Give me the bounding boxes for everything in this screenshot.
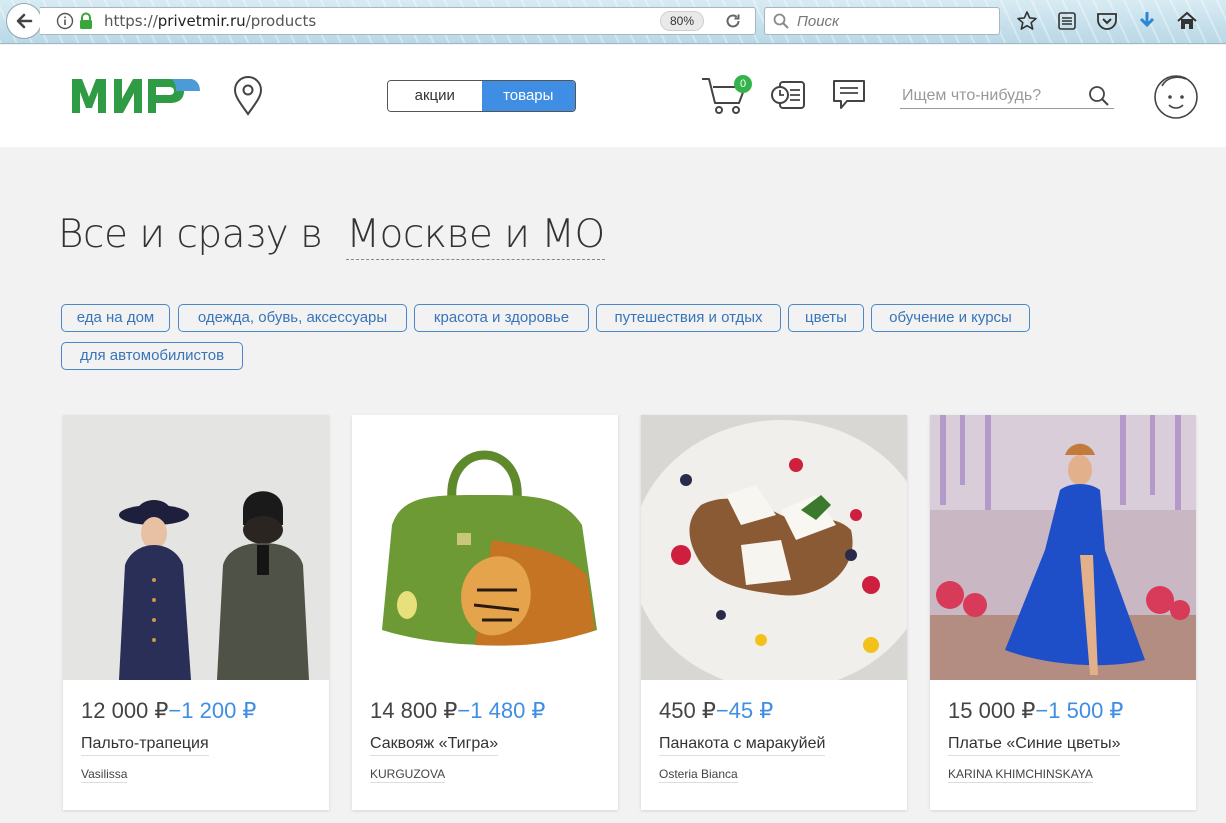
reload-button[interactable] xyxy=(720,9,746,33)
product-discount: −1 500 ₽ xyxy=(1035,698,1124,723)
product-title[interactable]: Пальто-трапеция xyxy=(81,735,209,756)
product-image[interactable] xyxy=(352,415,618,680)
product-price: 15 000 ₽−1 500 ₽ xyxy=(948,698,1124,723)
tab-products[interactable]: товары xyxy=(481,81,575,111)
product-card[interactable]: 14 800 ₽−1 480 ₽ Саквояж «Тигра» KURGUZO… xyxy=(352,415,618,810)
browser-search-field[interactable]: Поиск xyxy=(764,7,1000,35)
product-card[interactable]: 12 000 ₽−1 200 ₽ Пальто-трапеция Vasilis… xyxy=(63,415,329,810)
info-icon[interactable] xyxy=(56,12,74,30)
product-discount: −1 200 ₽ xyxy=(168,698,257,723)
page-title: Все и сразу в Москве и МО xyxy=(58,212,605,260)
category-chip[interactable]: еда на дом xyxy=(61,304,170,332)
category-chip[interactable]: красота и здоровье xyxy=(414,304,589,332)
category-chip[interactable]: одежда, обувь, аксессуары xyxy=(178,304,407,332)
location-button[interactable] xyxy=(232,76,264,121)
pocket-button[interactable] xyxy=(1094,8,1120,34)
shop-name[interactable]: KARINA KHIMCHINSKAYA xyxy=(948,767,1093,783)
product-image[interactable] xyxy=(641,415,907,680)
browser-toolbar: https://privetmir.ru/products 80% Поиск xyxy=(0,0,1226,44)
category-chip[interactable]: для автомобилистов xyxy=(61,342,243,370)
reload-icon xyxy=(726,14,740,28)
shop-name[interactable]: Vasilissa xyxy=(81,767,128,783)
cart-count-badge: 0 xyxy=(734,75,752,93)
user-avatar[interactable] xyxy=(1152,72,1200,120)
address-bar[interactable]: https://privetmir.ru/products xyxy=(40,7,756,35)
download-icon xyxy=(1139,12,1155,28)
product-card[interactable]: 450 ₽−45 ₽ Панакота с маракуйей Osteria … xyxy=(641,415,907,810)
list-icon xyxy=(1058,12,1076,30)
tab-promotions[interactable]: акции xyxy=(388,81,482,111)
category-chip[interactable]: путешествия и отдых xyxy=(596,304,781,332)
history-button[interactable] xyxy=(770,79,806,116)
url-text: https://privetmir.ru/products xyxy=(104,12,317,30)
product-discount: −1 480 ₽ xyxy=(457,698,546,723)
shop-name[interactable]: KURGUZOVA xyxy=(370,767,446,783)
lock-icon[interactable] xyxy=(78,12,94,30)
arrow-left-icon xyxy=(16,13,33,29)
product-title[interactable]: Саквояж «Тигра» xyxy=(370,735,499,756)
back-button[interactable] xyxy=(6,3,42,39)
zoom-level[interactable]: 80% xyxy=(660,11,704,31)
history-icon xyxy=(771,81,805,109)
bookmark-star-button[interactable] xyxy=(1014,8,1040,34)
shop-name[interactable]: Osteria Bianca xyxy=(659,767,738,783)
product-price: 450 ₽−45 ₽ xyxy=(659,698,774,723)
product-title[interactable]: Платье «Синие цветы» xyxy=(948,735,1121,756)
category-chip[interactable]: обучение и курсы xyxy=(871,304,1030,332)
site-search-field[interactable]: Ищем что-нибудь? xyxy=(900,85,1114,109)
page-title-prefix: Все и сразу в xyxy=(58,212,323,257)
product-image[interactable] xyxy=(63,415,329,680)
product-title[interactable]: Панакота с маракуйей xyxy=(659,735,826,756)
site-search-placeholder: Ищем что-нибудь? xyxy=(902,87,1042,104)
search-icon[interactable] xyxy=(1088,85,1110,107)
product-price: 14 800 ₽−1 480 ₽ xyxy=(370,698,546,723)
smiley-face-icon xyxy=(1154,75,1198,119)
product-price: 12 000 ₽−1 200 ₽ xyxy=(81,698,257,723)
reading-list-button[interactable] xyxy=(1054,8,1080,34)
star-icon xyxy=(1017,11,1037,30)
pocket-icon xyxy=(1097,13,1117,30)
search-icon xyxy=(773,13,789,29)
product-discount: −45 ₽ xyxy=(715,698,774,723)
mode-toggle: акции товары xyxy=(387,80,576,112)
map-pin-icon xyxy=(233,76,263,116)
mir-logo[interactable] xyxy=(70,75,202,120)
messages-button[interactable] xyxy=(832,78,866,117)
downloads-button[interactable] xyxy=(1134,8,1160,34)
product-image[interactable] xyxy=(930,415,1196,680)
site-header: акции товары 0 Ищем что-нибудь? xyxy=(0,45,1226,147)
product-card[interactable]: 15 000 ₽−1 500 ₽ Платье «Синие цветы» KA… xyxy=(930,415,1196,810)
chat-icon xyxy=(833,80,865,109)
home-icon xyxy=(1177,11,1197,29)
city-selector[interactable]: Москве и МО xyxy=(346,212,605,260)
browser-search-placeholder: Поиск xyxy=(797,12,840,30)
home-button[interactable] xyxy=(1174,8,1200,34)
category-chip[interactable]: цветы xyxy=(788,304,864,332)
